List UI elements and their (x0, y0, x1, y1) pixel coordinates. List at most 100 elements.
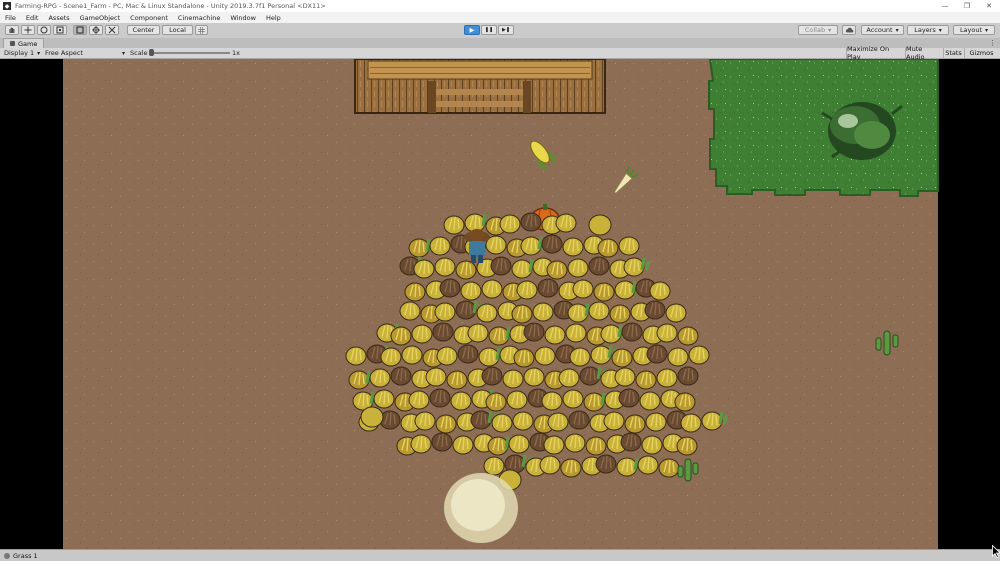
wheat-crop (564, 433, 586, 453)
wheat-crop (635, 370, 657, 390)
wheat-crop (560, 458, 582, 478)
wheat-crop (380, 347, 402, 367)
wheat-crop (546, 260, 568, 280)
layout-dropdown[interactable]: Layout (953, 25, 995, 35)
wheat-crop (452, 435, 474, 455)
withered-crop (457, 344, 479, 364)
wheat-crop (555, 213, 577, 233)
move-tool-icon[interactable] (21, 25, 35, 35)
maximize-on-play-toggle[interactable]: Maximize On Play (846, 45, 904, 61)
wheat-crop (483, 456, 505, 476)
scale-tool-icon[interactable] (53, 25, 67, 35)
layers-dropdown[interactable]: Layers (907, 25, 949, 35)
wheat-crop (499, 214, 521, 234)
withered-crop (620, 432, 642, 452)
step-button[interactable]: ▶❚ (498, 25, 514, 35)
wheat-crop (512, 411, 534, 431)
pivot-center-toggle[interactable]: Center (127, 25, 160, 35)
wheat-crop (485, 392, 507, 412)
pivot-local-toggle[interactable]: Local (162, 25, 193, 35)
tab-game[interactable]: Game (3, 38, 45, 48)
wheat-crop (541, 391, 563, 411)
wheat-crop (567, 258, 589, 278)
info-icon (4, 552, 10, 559)
game-viewport[interactable] (0, 59, 1000, 549)
wheat-crop (429, 236, 451, 256)
menu-assets[interactable]: Assets (43, 14, 74, 22)
wheat-crop (645, 412, 667, 432)
wheat-crop (450, 391, 472, 411)
menu-window[interactable]: Window (225, 14, 261, 22)
aspect-dropdown[interactable]: Free Aspect (45, 48, 125, 58)
transform-tool-icon[interactable] (89, 25, 103, 35)
close-button[interactable]: ✕ (978, 0, 1000, 12)
game-scene[interactable] (0, 59, 1000, 549)
wheat-crop (534, 346, 556, 366)
account-dropdown[interactable]: Account (861, 25, 904, 35)
menu-gameobject[interactable]: GameObject (75, 14, 126, 22)
wheat-crop (639, 391, 661, 411)
wheat-crop (667, 347, 689, 367)
scale-slider-handle[interactable] (149, 49, 154, 56)
wheat-crop (649, 281, 671, 301)
rect-tool-icon[interactable] (73, 25, 87, 35)
minimize-button[interactable]: — (934, 0, 956, 12)
display-dropdown[interactable]: Display 1 (4, 48, 40, 58)
wheat-crop (401, 345, 423, 365)
withered-crop (429, 388, 451, 408)
wheat-crop (603, 411, 625, 431)
wheat-crop (436, 346, 458, 366)
wheat-crop (544, 325, 566, 345)
custom-tool-icon[interactable] (105, 25, 119, 35)
status-message: Grass 1 (13, 551, 38, 560)
cloud-icon[interactable] (842, 25, 856, 35)
menu-edit[interactable]: Edit (21, 14, 44, 22)
tab-menu-icon[interactable]: ⋮ (989, 39, 996, 47)
wheat-crop (656, 323, 678, 343)
wheat-crop (410, 434, 432, 454)
scale-value: 1x (232, 49, 240, 57)
wheat-crop (585, 436, 607, 456)
main-toolbar: Center Local ▶ ❚❚ ▶❚ Collab Account Laye… (0, 23, 1000, 39)
gizmos-dropdown[interactable]: Gizmos (964, 48, 998, 58)
grid-snap-icon[interactable] (195, 25, 208, 35)
withered-crop (644, 300, 666, 320)
grass-patch (708, 59, 939, 197)
mute-audio-toggle[interactable]: Mute Audio (905, 45, 942, 61)
withered-crop (646, 344, 668, 364)
scale-slider-track[interactable] (150, 52, 230, 54)
wheat-crop (414, 411, 436, 431)
wheat-crop (611, 348, 633, 368)
wheat-crop (588, 301, 610, 321)
withered-crop (618, 388, 640, 408)
wheat-crop (543, 435, 565, 455)
wheat-crop (413, 259, 435, 279)
wheat-crop (390, 326, 412, 346)
menu-component[interactable]: Component (125, 14, 173, 22)
pause-button[interactable]: ❚❚ (481, 25, 497, 35)
wheat-crop (532, 302, 554, 322)
menu-file[interactable]: File (0, 14, 21, 22)
withered-crop (621, 322, 643, 342)
pause-icon: ❚❚ (484, 27, 494, 33)
wheat-crop (434, 257, 456, 277)
withered-crop (677, 366, 699, 386)
withered-crop (568, 410, 590, 430)
wooden-bridge (354, 59, 606, 114)
status-bar: Grass 1 (0, 549, 1000, 561)
wheat-crop (680, 413, 702, 433)
menu-cinemachine[interactable]: Cinemachine (173, 14, 225, 22)
hand-tool-icon[interactable] (5, 25, 19, 35)
wheat-crop (588, 214, 612, 236)
collab-dropdown[interactable]: Collab (798, 25, 838, 35)
rotate-tool-icon[interactable] (37, 25, 51, 35)
wheat-crop (523, 367, 545, 387)
wheat-crop (677, 326, 699, 346)
maximize-button[interactable]: ❐ (956, 0, 978, 12)
menu-help[interactable]: Help (261, 14, 286, 22)
stats-toggle[interactable]: Stats (943, 48, 963, 58)
scale-label: Scale (130, 49, 148, 57)
game-tab-icon (10, 41, 15, 46)
play-icon: ▶ (469, 26, 475, 34)
play-button[interactable]: ▶ (464, 25, 480, 35)
